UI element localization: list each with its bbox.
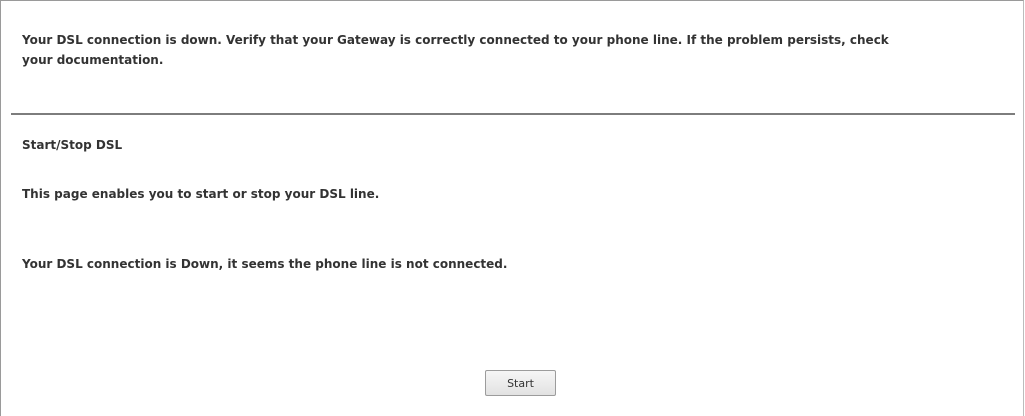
- dsl-down-alert: Your DSL connection is down. Verify that…: [22, 33, 889, 67]
- connection-status-text: Your DSL connection is Down, it seems th…: [22, 257, 508, 271]
- dsl-panel: Your DSL connection is down. Verify that…: [0, 0, 1024, 416]
- section-divider: [11, 113, 1015, 115]
- section-title: Start/Stop DSL: [22, 138, 123, 152]
- section-description: This page enables you to start or stop y…: [22, 187, 380, 201]
- start-button[interactable]: Start: [485, 370, 556, 396]
